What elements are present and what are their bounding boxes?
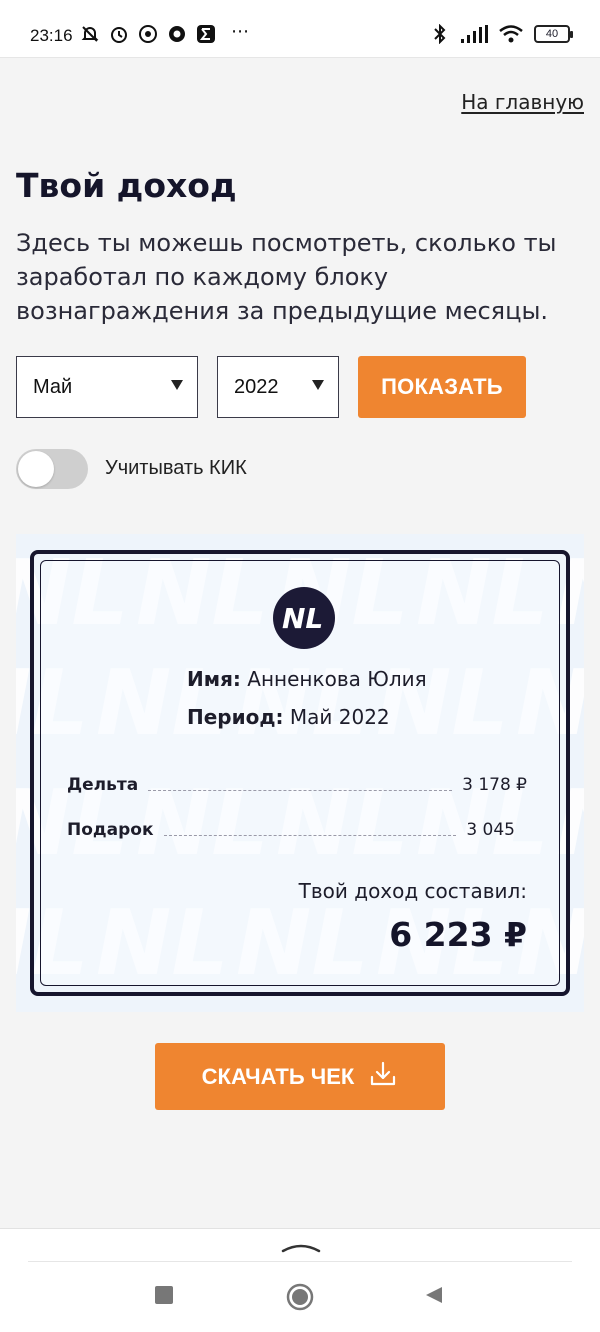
month-select[interactable]: Май (16, 356, 198, 418)
dropdown-caret-icon (171, 380, 183, 390)
name-line: Имя: Анненкова Юлия (187, 667, 427, 691)
bluetooth-icon (430, 24, 450, 44)
nav-divider (28, 1261, 572, 1262)
period-line: Период: Май 2022 (187, 705, 390, 729)
row-value: 3 178 ₽ (462, 775, 527, 795)
dotted-leader (148, 790, 453, 791)
battery-icon: 40 (534, 25, 573, 43)
kik-toggle-label: Учитывать КИК (105, 457, 247, 479)
logo-text: NL (282, 602, 323, 635)
total-value: 6 223 ₽ (389, 915, 527, 954)
download-receipt-button[interactable]: СКАЧАТЬ ЧЕК (155, 1043, 445, 1110)
status-icons-right: 40 (430, 24, 573, 44)
download-icon (368, 1059, 398, 1095)
row-label: Дельта (67, 775, 139, 795)
chrome-icon (167, 24, 187, 44)
row-label: Подарок (67, 820, 154, 840)
status-time: 23:16 (30, 26, 73, 45)
alarm-icon (109, 24, 129, 44)
name-label: Имя: (187, 667, 241, 691)
year-select[interactable]: 2022 (217, 356, 339, 418)
dotted-leader (163, 835, 457, 836)
month-select-value: Май (33, 375, 73, 398)
signal-icon (460, 24, 488, 44)
recents-square-icon[interactable] (154, 1285, 174, 1305)
period-value: Май 2022 (289, 705, 390, 729)
back-triangle-icon[interactable] (424, 1285, 444, 1305)
home-link[interactable]: На главную (461, 90, 584, 114)
receipt-inner: NL Имя: Анненкова Юлия Период: Май 2022 … (40, 560, 560, 986)
home-circle-icon[interactable] (286, 1283, 314, 1311)
receipt-row: Дельта 3 178 ₽ (67, 769, 527, 795)
period-label: Период: (187, 705, 284, 729)
status-bar: 23:16 ⋯ 40 (0, 0, 600, 58)
receipt-frame: NL Имя: Анненкова Юлия Период: Май 2022 … (30, 550, 570, 996)
row-value: 3 045 (466, 820, 515, 840)
download-button-label: СКАЧАТЬ ЧЕК (201, 1063, 355, 1089)
sigma-icon (196, 24, 216, 44)
system-navigation (0, 1228, 600, 1332)
toggle-knob (18, 451, 54, 487)
more-notifications-icon: ⋯ (231, 20, 250, 42)
show-button[interactable]: ПОКАЗАТЬ (358, 356, 526, 418)
wifi-icon (498, 24, 524, 44)
name-value: Анненкова Юлия (247, 667, 427, 691)
total-label: Твой доход составил: (298, 879, 527, 903)
mute-icon (80, 24, 100, 44)
receipt-row: Подарок 3 045 (67, 814, 527, 840)
page-title: Твой доход (16, 166, 237, 205)
year-select-value: 2022 (234, 375, 279, 398)
page-description: Здесь ты можешь посмотреть, сколько ты з… (16, 229, 557, 325)
kik-toggle[interactable] (16, 449, 88, 489)
status-icons-left: ⋯ (80, 20, 250, 44)
chevron-up-icon[interactable] (281, 1239, 321, 1253)
receipt-card: NLNLNLNLNL NLNLNLNLNL NLNLNLNLNL NLNLNLN… (16, 534, 584, 1012)
nl-logo: NL (273, 587, 335, 649)
dropdown-caret-icon (312, 380, 324, 390)
whatsapp-icon (138, 24, 158, 44)
